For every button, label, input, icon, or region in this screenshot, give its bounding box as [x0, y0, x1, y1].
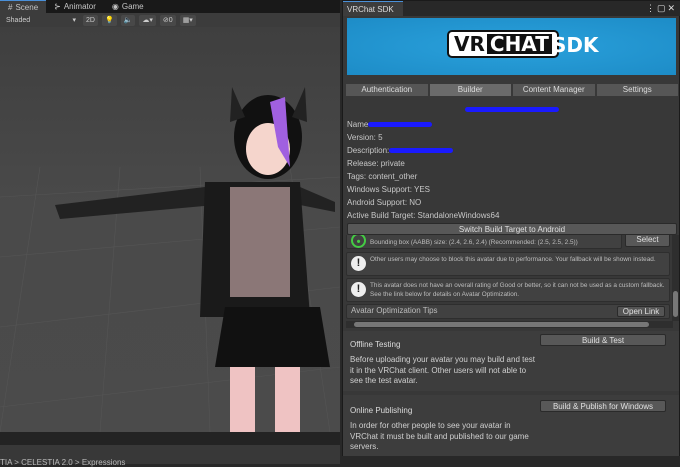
tab-builder[interactable]: Builder	[429, 84, 511, 96]
grid-icon: #	[8, 2, 13, 12]
tab-content-manager[interactable]: Content Manager	[513, 84, 595, 96]
open-link-button[interactable]: Open Link	[617, 306, 665, 317]
sdk-window-tab[interactable]: VRChat SDK	[343, 1, 403, 16]
android-support: Android Support: NO	[347, 198, 422, 207]
redacted-avatar-title	[465, 107, 559, 112]
avatar-description: Description:	[347, 146, 454, 155]
windows-support: Windows Support: YES	[347, 185, 431, 194]
effects-dropdown-icon[interactable]: ☁▾	[139, 14, 156, 26]
scene-view-panel: # Scene ⊱ Animator ◉ Game Shaded ▾ 2D 💡 🔈 ☁▾…	[0, 0, 340, 467]
avatar-name: Name	[347, 120, 433, 129]
optimization-tips-row: Avatar Optimization Tips Open Link	[346, 304, 670, 319]
shading-mode-dropdown[interactable]: Shaded ▾	[3, 14, 79, 26]
scroll-thumb[interactable]	[354, 322, 649, 327]
tab-animator[interactable]: ⊱ Animator	[46, 0, 104, 13]
avatar-tags: Tags: content_other	[347, 172, 418, 181]
vrchat-logo: VR CHAT	[447, 30, 559, 58]
offline-testing-section: Offline Testing Before uploading your av…	[343, 331, 679, 391]
maximize-icon[interactable]: ▢	[657, 3, 668, 13]
avatar-model-preview	[0, 87, 340, 432]
offline-testing-title: Offline Testing	[350, 340, 401, 349]
gamepad-icon: ◉	[111, 2, 119, 11]
online-publishing-title: Online Publishing	[350, 406, 413, 415]
warning-icon: !	[351, 282, 366, 297]
performance-warning: ! Other users may choose to block this av…	[346, 252, 670, 276]
bounds-message: • Bounding box (AABB) size: (2.4, 2.6, 2.…	[346, 235, 622, 249]
online-publishing-section: Online Publishing In order for other peo…	[343, 395, 679, 456]
scene-viewport[interactable]	[0, 27, 340, 432]
fallback-warning: ! This avatar does not have an overall ra…	[346, 278, 670, 302]
audio-toggle-icon[interactable]: 🔈	[120, 14, 136, 26]
animator-icon: ⊱	[54, 2, 61, 11]
tab-game[interactable]: ◉ Game	[104, 0, 152, 13]
grid-toggle-icon[interactable]: ▦▾	[179, 14, 196, 26]
chevron-down-icon: ▾	[72, 17, 76, 24]
select-button[interactable]: Select	[625, 235, 670, 247]
offline-testing-text: Before uploading your avatar you may bui…	[350, 355, 536, 385]
check-icon: •	[351, 235, 366, 248]
close-icon[interactable]: ✕	[667, 3, 677, 13]
more-options-icon[interactable]: ⋮	[646, 3, 657, 13]
vrchat-sdk-banner: VR CHAT SDK	[347, 18, 676, 75]
2d-toggle[interactable]: 2D	[83, 14, 98, 26]
hidden-objects-toggle[interactable]: ⊘ 0	[159, 14, 176, 26]
sdk-nav-tabs: Authentication Builder Content Manager S…	[346, 84, 678, 96]
avatar-version: Version: 5	[347, 133, 383, 142]
active-build-target: Active Build Target: StandaloneWindows64	[347, 211, 500, 220]
vrchat-sdk-window: VRChat SDK ⋮▢✕ VR CHAT SDK Authentication…	[342, 0, 680, 456]
avatar-release: Release: private	[347, 159, 405, 168]
tab-scene[interactable]: # Scene	[0, 0, 47, 13]
scene-toolbar: Shaded ▾ 2D 💡 🔈 ☁▾ ⊘ 0 ▦▾	[0, 13, 340, 27]
vertical-scrollbar[interactable]	[672, 235, 679, 321]
validation-list[interactable]: • Bounding box (AABB) size: (2.4, 2.6, 2.…	[346, 235, 673, 321]
switch-build-target-button[interactable]: Switch Build Target to Android	[347, 223, 677, 235]
scene-status-bar	[0, 432, 340, 445]
scene-tab-bar: # Scene ⊱ Animator ◉ Game	[0, 0, 340, 13]
hierarchy-breadcrumb[interactable]: TIA > CELESTIA 2.0 > Expressions	[0, 458, 125, 467]
sdk-title-bar: VRChat SDK ⋮▢✕	[343, 1, 680, 16]
build-and-test-button[interactable]: Build & Test	[540, 334, 666, 346]
sdk-logo-text: SDK	[552, 33, 599, 57]
online-publishing-text: In order for other people to see your av…	[350, 421, 529, 451]
tab-authentication[interactable]: Authentication	[346, 84, 428, 96]
horizontal-scrollbar[interactable]	[346, 321, 673, 328]
warning-icon: !	[351, 256, 366, 271]
lighting-toggle-icon[interactable]: 💡	[101, 14, 117, 26]
build-and-publish-button[interactable]: Build & Publish for Windows	[540, 400, 666, 412]
tab-settings[interactable]: Settings	[596, 84, 678, 96]
scroll-thumb[interactable]	[673, 291, 678, 317]
